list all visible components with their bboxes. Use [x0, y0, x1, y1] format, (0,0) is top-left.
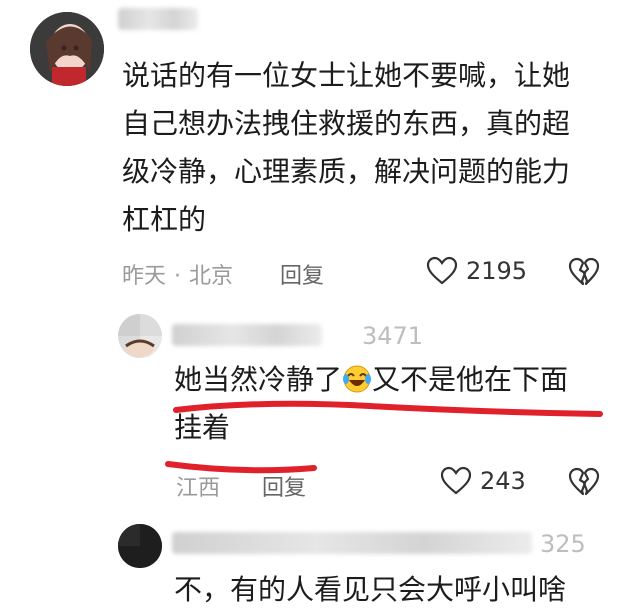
red-underline-annotation: [173, 400, 603, 417]
text-segment: 她当然冷静了: [174, 363, 343, 396]
comment-text-line: 不，有的人看见只会大呼小叫啥: [174, 573, 567, 606]
heart-icon: [440, 466, 472, 496]
like-button[interactable]: 243: [440, 466, 526, 496]
avatar[interactable]: [30, 12, 104, 86]
dislike-button[interactable]: [568, 257, 600, 287]
comment-text-line: 自己想办法拽住救援的东西，真的超: [122, 107, 571, 140]
comment-2: 3471 她当然冷静了 又不是他在下面 挂着 江西 回复 243: [0, 300, 640, 510]
like-count: 2195: [466, 257, 528, 285]
comment-location: 北京: [189, 264, 234, 289]
comment-text: 说话的有一位女士让她不要喊，让她 自己想办法拽住救援的东西，真的超 级冷静，心理…: [122, 52, 622, 244]
comment-1: 说话的有一位女士让她不要喊，让她 自己想办法拽住救援的东西，真的超 级冷静，心理…: [0, 0, 640, 300]
username-tail: 325: [540, 530, 586, 558]
username-blurred[interactable]: [172, 324, 322, 346]
comment-meta: 江西: [176, 470, 220, 502]
comment-3: 325 不，有的人看见只会大呼小叫啥: [0, 510, 640, 606]
comment-meta: 昨天 · 北京: [122, 264, 234, 289]
laughing-crying-emoji-icon: [342, 361, 372, 393]
text-segment: 又不是他在下面: [372, 363, 569, 396]
comment-text-line: 级冷静，心理素质，解决问题的能力: [122, 155, 571, 188]
comment-text: 不，有的人看见只会大呼小叫啥: [174, 566, 614, 614]
comment-text-line: 说话的有一位女士让她不要喊，让她: [122, 59, 571, 92]
comment-time: 昨天: [122, 264, 167, 289]
like-button[interactable]: 2195: [426, 256, 527, 286]
like-count: 243: [480, 467, 526, 495]
username-blurred[interactable]: [172, 532, 532, 554]
avatar[interactable]: [118, 314, 162, 358]
username-tail: 3471: [362, 322, 424, 350]
comment-text-line: 杠杠的: [122, 203, 207, 236]
dislike-button[interactable]: [568, 467, 600, 497]
comment-location: 江西: [176, 476, 221, 501]
broken-heart-icon: [568, 467, 600, 497]
reply-button[interactable]: 回复: [280, 258, 324, 290]
heart-icon: [426, 256, 458, 286]
broken-heart-icon: [568, 257, 600, 287]
avatar[interactable]: [118, 524, 162, 568]
reply-button[interactable]: 回复: [262, 470, 306, 502]
username-blurred[interactable]: [118, 8, 198, 30]
